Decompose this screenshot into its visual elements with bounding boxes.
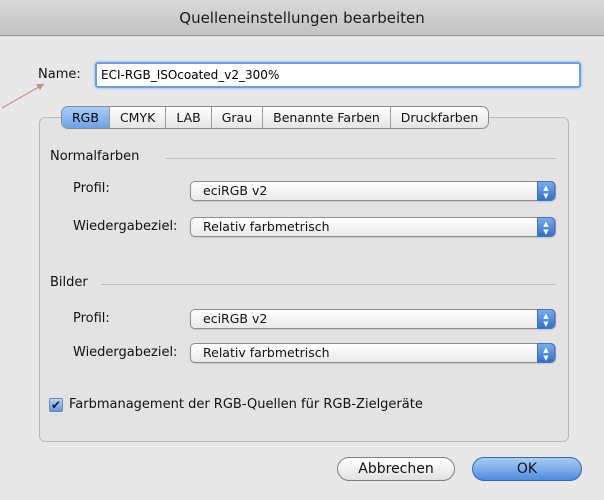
updown-arrows-icon: ▲ ▼ <box>537 217 555 237</box>
tab-lab[interactable]: LAB <box>166 107 212 128</box>
updown-arrows-icon: ▲ ▼ <box>537 343 555 363</box>
images-intent-select[interactable]: Relativ farbmetrisch ▲ ▼ <box>190 343 556 363</box>
checkmark-icon: ✔ <box>50 398 62 412</box>
normal-intent-label: Wiedergabeziel: <box>73 219 178 234</box>
color-management-checkbox[interactable]: ✔ <box>49 398 63 412</box>
tab-bar: RGB CMYK LAB Grau Benannte Farben Druckf… <box>61 106 490 129</box>
normal-colors-heading: Normalfarben <box>50 149 140 164</box>
normal-intent-select[interactable]: Relativ farbmetrisch ▲ ▼ <box>190 217 556 237</box>
updown-arrows-icon: ▲ ▼ <box>537 309 555 329</box>
images-profile-value: eciRGB v2 <box>203 311 268 326</box>
updown-arrows-icon: ▲ ▼ <box>537 181 555 201</box>
tab-druckfarben[interactable]: Druckfarben <box>391 107 489 128</box>
normal-profile-select[interactable]: eciRGB v2 ▲ ▼ <box>190 181 556 201</box>
ok-button[interactable]: OK <box>472 457 582 481</box>
images-profile-label: Profil: <box>73 311 110 326</box>
normal-profile-value: eciRGB v2 <box>203 183 268 198</box>
tab-cmyk[interactable]: CMYK <box>110 107 167 128</box>
tab-grau[interactable]: Grau <box>212 107 264 128</box>
tab-rgb[interactable]: RGB <box>62 107 110 128</box>
name-label: Name: <box>38 67 81 82</box>
normal-intent-value: Relativ farbmetrisch <box>203 219 330 234</box>
images-intent-label: Wiedergabeziel: <box>73 345 178 360</box>
normal-profile-label: Profil: <box>73 181 110 196</box>
tab-panel <box>39 117 569 442</box>
images-heading: Bilder <box>50 275 88 290</box>
name-input[interactable] <box>95 62 581 88</box>
images-divider <box>101 284 556 285</box>
cancel-button[interactable]: Abbrechen <box>337 457 455 481</box>
normal-colors-divider <box>166 158 556 159</box>
images-profile-select[interactable]: eciRGB v2 ▲ ▼ <box>190 309 556 329</box>
images-intent-value: Relativ farbmetrisch <box>203 345 330 360</box>
color-management-label: Farbmanagement der RGB-Quellen für RGB-Z… <box>69 397 423 412</box>
tab-benannte-farben[interactable]: Benannte Farben <box>263 107 391 128</box>
window-title: Quelleneinstellungen bearbeiten <box>0 0 604 36</box>
